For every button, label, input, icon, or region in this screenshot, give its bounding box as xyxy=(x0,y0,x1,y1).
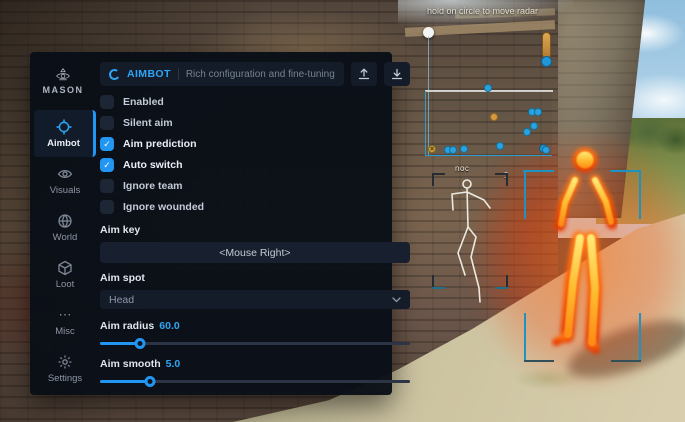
download-icon xyxy=(391,68,403,80)
toggle-label: Ignore team xyxy=(123,180,183,192)
aim-key-bind-button[interactable]: <Mouse Right> xyxy=(100,242,410,263)
radar-dot-blue xyxy=(534,108,542,116)
skeleton-esp xyxy=(440,175,500,303)
tab-header-bar: AIMBOT Rich configuration and fine-tunin… xyxy=(100,62,344,86)
player-bracket-bottom-right-h xyxy=(611,360,641,362)
sidebar-item-label: Misc xyxy=(55,326,75,337)
radar-dot-blue xyxy=(449,146,457,154)
header-divider xyxy=(178,68,179,80)
player-bracket-bottom-left-h xyxy=(524,360,554,362)
sidebar-item-label: World xyxy=(53,232,78,243)
toggle-ignore-wounded[interactable]: ✓ Ignore wounded xyxy=(100,200,410,214)
aim-smooth-value: 5.0 xyxy=(166,358,181,370)
eye-icon xyxy=(57,166,73,182)
tab-header: AIMBOT Rich configuration and fine-tunin… xyxy=(100,62,410,86)
checkbox[interactable]: ✓ xyxy=(100,200,114,214)
aim-smooth-label: Aim smooth xyxy=(100,358,161,370)
spinner-icon xyxy=(108,68,121,81)
aim-smooth-slider[interactable] xyxy=(100,376,410,385)
radar-dot-blue xyxy=(484,84,492,92)
aim-spot-select[interactable]: Head xyxy=(100,290,410,309)
sidebar-item-aimbot[interactable]: Aimbot xyxy=(34,110,96,157)
chevron-down-icon xyxy=(392,297,401,303)
mason-logo-icon xyxy=(55,67,71,83)
tab-title: AIMBOT xyxy=(127,68,171,80)
toggle-aim-prediction[interactable]: ✓ Aim prediction xyxy=(100,137,410,151)
cube-icon xyxy=(57,260,73,276)
radar-tooltip: hold on circle to move radar xyxy=(427,6,538,16)
toggle-silent-aim[interactable]: ✓ Silent aim xyxy=(100,116,410,130)
upload-icon xyxy=(358,68,370,80)
slider-thumb[interactable] xyxy=(135,338,146,349)
radar-dot-blue xyxy=(496,142,504,150)
checkbox[interactable]: ✓ xyxy=(100,158,114,172)
aim-spot-value: Head xyxy=(109,294,392,306)
gear-icon xyxy=(57,354,73,370)
brand-name: MASON xyxy=(43,85,84,95)
glowing-player-model xyxy=(535,142,635,370)
toggle-label: Ignore wounded xyxy=(123,201,204,213)
toggle-label: Auto switch xyxy=(123,159,183,171)
radar-dot-blue xyxy=(542,146,550,154)
slider-thumb[interactable] xyxy=(144,376,155,387)
sidebar-item-label: Settings xyxy=(48,373,82,384)
ellipsis-icon: ⋯ xyxy=(59,307,72,323)
toggle-enabled[interactable]: ✓ Enabled xyxy=(100,95,410,109)
player-bracket-top-right-h xyxy=(610,170,641,172)
toggle-auto-switch[interactable]: ✓ Auto switch xyxy=(100,158,410,172)
toggle-label: Enabled xyxy=(123,96,164,108)
slider-fill xyxy=(100,380,150,383)
cheat-menu-panel: MASON Aimbot Visuals xyxy=(30,52,392,395)
skeleton-bracket-top-left xyxy=(432,173,434,186)
player-bracket-top-right-v xyxy=(639,170,641,219)
aim-smooth-header: Aim smooth 5.0 xyxy=(100,358,410,370)
player-bracket-top-left-h xyxy=(523,170,554,172)
sidebar-item-loot[interactable]: Loot xyxy=(34,251,96,298)
sidebar-item-label: Loot xyxy=(56,279,75,290)
toggle-label: Aim prediction xyxy=(123,138,197,150)
game-scene: hold on circle to move radar × noc 5 xyxy=(0,0,685,422)
radar-dot-orange xyxy=(490,113,498,121)
aim-spot-label: Aim spot xyxy=(100,272,410,284)
player-bracket-top-left-v xyxy=(524,170,526,219)
slider-track[interactable] xyxy=(100,342,410,345)
aim-radius-value: 60.0 xyxy=(159,320,179,332)
brand-block: MASON xyxy=(30,52,96,110)
checkbox[interactable]: ✓ xyxy=(100,116,114,130)
wall-marker-capsule xyxy=(542,32,551,59)
globe-icon xyxy=(57,213,73,229)
upload-config-button[interactable] xyxy=(351,62,377,86)
sidebar-item-visuals[interactable]: Visuals xyxy=(34,157,96,204)
tab-subtitle: Rich configuration and fine-tuning xyxy=(186,69,335,80)
aim-radius-header: Aim radius 60.0 xyxy=(100,320,410,332)
checkbox[interactable]: ✓ xyxy=(100,95,114,109)
sidebar-item-settings[interactable]: Settings xyxy=(34,345,96,392)
sidebar-item-world[interactable]: World xyxy=(34,204,96,251)
sidebar-item-label: Aimbot xyxy=(47,138,80,149)
aim-radius-label: Aim radius xyxy=(100,320,154,332)
radar-dot-self: × xyxy=(428,145,436,153)
radar-dot-blue xyxy=(530,122,538,130)
crosshair-icon xyxy=(56,119,72,135)
wall-marker-dot xyxy=(541,56,552,67)
toggle-ignore-team[interactable]: ✓ Ignore team xyxy=(100,179,410,193)
checkbox[interactable]: ✓ xyxy=(100,179,114,193)
player-bracket-bottom-left-v xyxy=(524,313,526,361)
aim-radius-slider[interactable] xyxy=(100,338,410,347)
sidebar: MASON Aimbot Visuals xyxy=(30,52,96,395)
skeleton-name-label: noc xyxy=(455,164,469,173)
player-bracket-bottom-right-v xyxy=(639,313,641,361)
toggle-label: Silent aim xyxy=(123,117,173,129)
sidebar-item-misc[interactable]: ⋯ Misc xyxy=(34,298,96,345)
aim-key-label: Aim key xyxy=(100,224,410,236)
skeleton-bracket-top-right xyxy=(506,173,508,186)
sidebar-item-label: Visuals xyxy=(50,185,80,196)
radar-dot-blue xyxy=(523,128,531,136)
tab-content: AIMBOT Rich configuration and fine-tunin… xyxy=(96,52,427,395)
checkbox[interactable]: ✓ xyxy=(100,137,114,151)
radar-dot-blue xyxy=(460,145,468,153)
download-config-button[interactable] xyxy=(384,62,410,86)
